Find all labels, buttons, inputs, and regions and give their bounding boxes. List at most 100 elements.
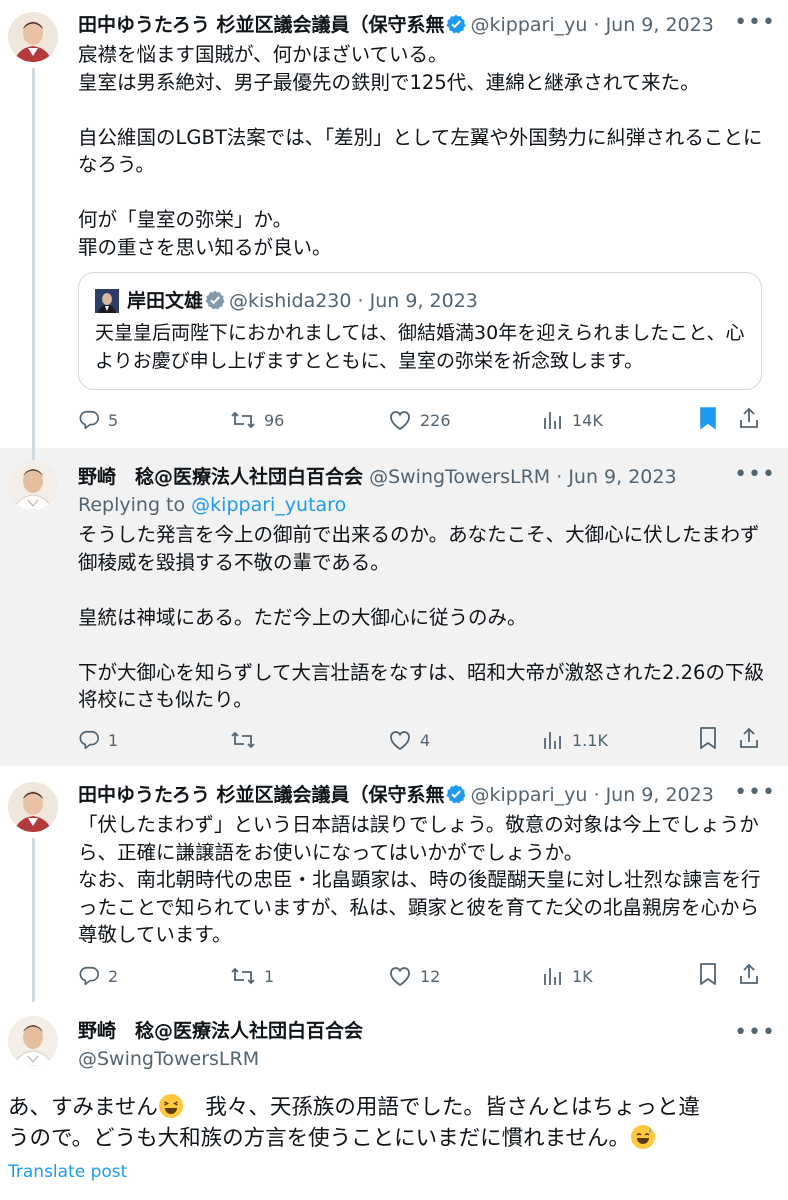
reply-count: 1: [108, 730, 119, 750]
views-button[interactable]: 1K: [542, 962, 593, 990]
verified-gray-badge-icon: [205, 290, 225, 318]
replying-to-link[interactable]: @kippari_yutaro: [191, 494, 346, 516]
bookmark-icon[interactable]: [698, 406, 718, 434]
reply-button[interactable]: 1: [78, 726, 118, 754]
reply-button[interactable]: 2: [78, 962, 118, 990]
like-button[interactable]: 226: [388, 406, 451, 434]
quoted-date: Jun 9, 2023: [369, 290, 478, 312]
bookmark-icon[interactable]: [698, 962, 718, 990]
tweet-header: 田中ゆうたろう 杉並区議会議員（保守系無 @kippari_yu · Jun 9,…: [78, 782, 774, 808]
tweet-text-part: うので。どうも大和族の方言を使うことにいまだに慣れません。: [8, 1126, 630, 1151]
quoted-tweet[interactable]: 岸田文雄 @kishida230 · Jun 9, 2023 天皇皇后両陛下におか…: [78, 272, 762, 390]
verified-badge-icon: [446, 784, 467, 808]
verified-badge-icon: [446, 14, 467, 38]
like-button[interactable]: 12: [388, 962, 440, 990]
like-button[interactable]: 4: [388, 726, 430, 754]
retweet-button[interactable]: 96: [230, 406, 284, 434]
retweet-icon: [230, 409, 256, 431]
quoted-avatar: [95, 289, 119, 313]
more-options-icon[interactable]: •••: [734, 1022, 776, 1044]
reply-icon: [78, 409, 100, 431]
tweet-3[interactable]: 田中ゆうたろう 杉並区議会議員（保守系無 @kippari_yu · Jun 9,…: [0, 766, 788, 1002]
tweet-text: 宸襟を悩ます国賊が、何かほざいている。 皇室は男系絶対、男子最優先の鉄則で125…: [78, 43, 763, 259]
retweet-count: 96: [264, 410, 285, 430]
more-options-icon[interactable]: •••: [734, 464, 776, 486]
reply-icon: [78, 729, 100, 751]
author-handle[interactable]: @kippari_yu: [470, 14, 587, 36]
separator-dot: ·: [556, 466, 563, 488]
author-handle[interactable]: @kippari_yu: [470, 784, 587, 806]
avatar[interactable]: [8, 12, 58, 62]
replying-to: Replying to @kippari_yutaro: [78, 492, 346, 518]
grinning-sweat-face-icon: [631, 1125, 655, 1149]
action-bar: 1 4 1.1K: [78, 726, 768, 754]
avatar[interactable]: [8, 460, 58, 510]
views-count: 14K: [572, 410, 603, 430]
thread-connector: [32, 448, 35, 460]
tweet-header: 田中ゆうたろう 杉並区議会議員（保守系無 @kippari_yu · Jun 9,…: [78, 12, 774, 38]
share-icon[interactable]: [738, 726, 760, 754]
thread: 田中ゆうたろう 杉並区議会議員（保守系無 @kippari_yu · Jun 9,…: [0, 0, 788, 1200]
quoted-text: 天皇皇后両陛下におかれましては、御結婚満30年を迎えられましたこと、心よりお慶び…: [95, 322, 745, 372]
action-bar: 2 1 12 1K: [78, 962, 768, 990]
separator-dot: ·: [593, 784, 600, 806]
quoted-author-handle: @kishida230: [229, 290, 352, 312]
views-button[interactable]: 1.1K: [542, 726, 608, 754]
retweet-icon: [230, 965, 256, 987]
separator-dot: ·: [357, 290, 364, 312]
heart-icon: [388, 729, 412, 751]
reply-icon: [78, 965, 100, 987]
thread-connector: [32, 838, 35, 1002]
tweet-text: そうした発言を今上の御前で出来るのか。あなたこそ、大御心に伏したまわず御稜威を毀…: [78, 523, 764, 711]
avatar[interactable]: [8, 782, 58, 832]
tweet-date[interactable]: Jun 9, 2023: [606, 784, 714, 806]
retweet-button[interactable]: [230, 726, 256, 754]
tweet-date[interactable]: Jun 9, 2023: [606, 14, 714, 36]
author-name[interactable]: 田中ゆうたろう 杉並区議会議員（保守系無: [78, 784, 444, 806]
tweet-2[interactable]: 野崎 稔@医療法人社団白百合会 @SwingTowersLRM · Jun 9,…: [0, 448, 788, 766]
retweet-button[interactable]: 1: [230, 962, 274, 990]
retweet-count: 1: [264, 966, 275, 986]
thread-connector: [32, 68, 35, 448]
bookmark-icon[interactable]: [698, 726, 718, 754]
tweet-1[interactable]: 田中ゆうたろう 杉並区議会議員（保守系無 @kippari_yu · Jun 9,…: [0, 0, 788, 448]
tweet-date[interactable]: Jun 9, 2023: [568, 466, 676, 488]
views-chart-icon: [542, 965, 564, 987]
action-bar: 5 96 226 14K: [78, 406, 768, 434]
author-name[interactable]: 野崎 稔@医療法人社団白百合会: [78, 1020, 363, 1042]
tweet-text: 「伏したまわず」という日本語は誤りでしょう。敬意の対象は今上でしょうから、正確に…: [78, 813, 761, 946]
heart-icon: [388, 965, 412, 987]
author-handle[interactable]: @SwingTowersLRM: [78, 1046, 774, 1072]
main-tweet[interactable]: 野崎 稔@医療法人社団白百合会 @SwingTowersLRM ••• あ、すみ…: [0, 1002, 788, 1200]
tweet-text-part: あ、すみません: [8, 1095, 158, 1120]
share-icon[interactable]: [738, 406, 760, 434]
tweet-text: あ、すみません 我々、天孫族の用語でした。皆さんとはちょっと違 うので。どうも大…: [8, 1092, 774, 1154]
quoted-author-name: 岸田文雄: [127, 290, 204, 312]
reply-count: 2: [108, 966, 119, 986]
more-options-icon[interactable]: •••: [734, 782, 776, 804]
reply-count: 5: [108, 410, 119, 430]
quoted-header: 岸田文雄 @kishida230 · Jun 9, 2023: [127, 287, 478, 318]
more-options-icon[interactable]: •••: [734, 12, 776, 34]
like-count: 12: [420, 966, 441, 986]
retweet-icon: [230, 729, 256, 751]
views-chart-icon: [542, 729, 564, 751]
views-count: 1K: [572, 966, 593, 986]
avatar[interactable]: [8, 1016, 58, 1066]
author-name[interactable]: 野崎 稔@医療法人社団白百合会: [78, 466, 363, 488]
tweet-text-part: 我々、天孫族の用語でした。皆さんとはちょっと違: [183, 1095, 700, 1120]
views-button[interactable]: 14K: [542, 406, 603, 434]
author-handle[interactable]: @SwingTowersLRM: [369, 466, 550, 488]
author-name-row: 野崎 稔@医療法人社団白百合会: [78, 1018, 774, 1044]
tweet-header: 野崎 稔@医療法人社団白百合会 @SwingTowersLRM · Jun 9,…: [78, 464, 774, 490]
views-count: 1.1K: [572, 730, 608, 750]
translate-post-link[interactable]: Translate post: [8, 1160, 127, 1184]
reply-button[interactable]: 5: [78, 406, 118, 434]
like-count: 226: [420, 410, 451, 430]
heart-icon: [388, 409, 412, 431]
share-icon[interactable]: [738, 962, 760, 990]
author-name[interactable]: 田中ゆうたろう 杉並区議会議員（保守系無: [78, 14, 444, 36]
views-chart-icon: [542, 409, 564, 431]
like-count: 4: [420, 730, 431, 750]
replying-to-label: Replying to: [78, 494, 186, 516]
